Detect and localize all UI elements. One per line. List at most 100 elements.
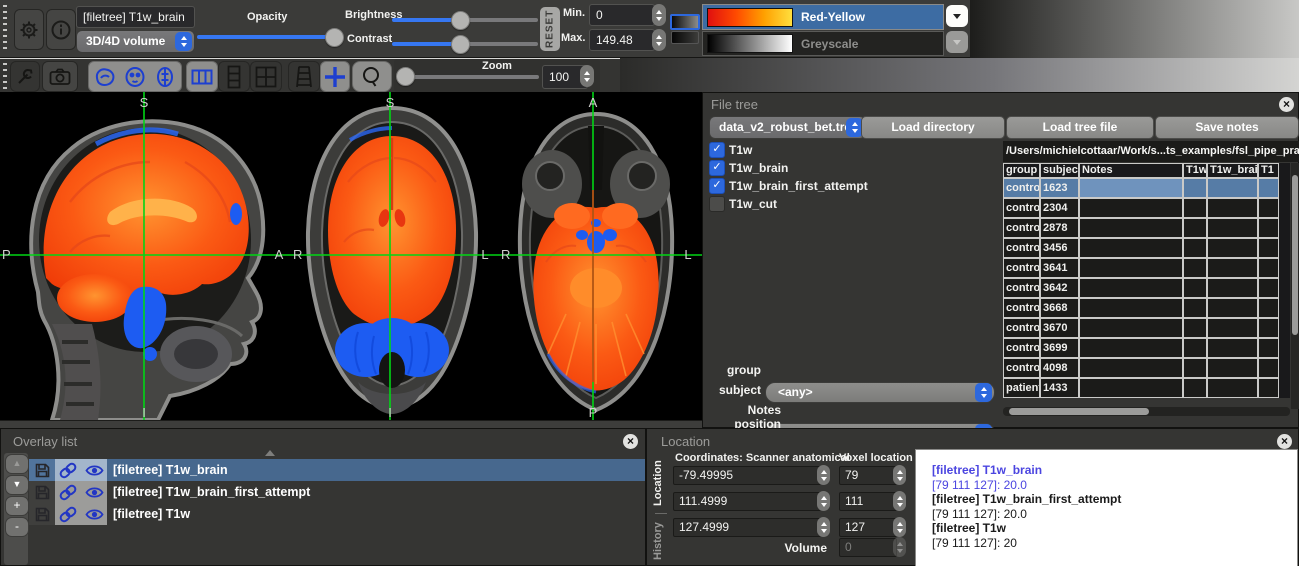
world-y-field[interactable]: 111.4999 xyxy=(673,492,821,511)
column-header-T1w_brain[interactable]: T1w_brain xyxy=(1207,163,1258,178)
table-row[interactable]: control1623 xyxy=(1003,178,1290,198)
zoom-slider-thumb[interactable] xyxy=(396,67,415,86)
layout-grid-button[interactable] xyxy=(250,61,282,92)
tab-location[interactable]: Location xyxy=(652,455,668,511)
column-header-group[interactable]: group xyxy=(1003,163,1040,178)
save-overlay-button[interactable] xyxy=(29,459,55,481)
layout-vertical-button[interactable] xyxy=(218,61,250,92)
checkbox[interactable]: ✓ xyxy=(709,160,725,176)
min-stepper[interactable] xyxy=(652,4,666,26)
voxel-x-field[interactable]: 79 xyxy=(839,466,897,485)
voxel-z-stepper[interactable] xyxy=(893,517,906,537)
save-overlay-button[interactable] xyxy=(29,503,55,525)
world-x-stepper[interactable] xyxy=(817,465,830,485)
notes-cell[interactable] xyxy=(1079,178,1183,198)
notes-cell[interactable] xyxy=(1079,218,1183,238)
cmap-primary-dropdown-button[interactable] xyxy=(946,5,968,27)
table-row[interactable]: control3642 xyxy=(1003,278,1290,298)
notes-cell[interactable] xyxy=(1079,238,1183,258)
table-row[interactable]: control3641 xyxy=(1003,258,1290,278)
table-row[interactable]: control2304 xyxy=(1003,198,1290,218)
remove-overlay-button[interactable]: - xyxy=(5,517,29,537)
toggle-visibility-button[interactable] xyxy=(81,481,107,503)
contrast-slider[interactable] xyxy=(392,42,460,46)
overlay-item[interactable]: [filetree] T1w xyxy=(29,503,645,525)
filetree-variable-T1w_cut[interactable]: T1w_cut xyxy=(709,195,989,212)
brightness-slider-rest[interactable] xyxy=(460,18,538,22)
voxel-x-stepper[interactable] xyxy=(893,465,906,485)
group-filter-dropdown[interactable]: <any> xyxy=(765,382,995,403)
zoom-tool-button[interactable] xyxy=(352,61,392,92)
sagittal-toggle-icon[interactable] xyxy=(93,66,117,88)
link-overlay-button[interactable] xyxy=(55,503,81,525)
load-directory-button[interactable]: Load directory xyxy=(861,116,1005,139)
add-overlay-button[interactable]: + xyxy=(5,496,29,516)
table-row[interactable]: control3668 xyxy=(1003,298,1290,318)
save-overlay-button[interactable] xyxy=(29,481,55,503)
column-header-T1[interactable]: T1 xyxy=(1258,163,1279,178)
min-value-field[interactable]: 0 xyxy=(589,4,655,26)
toggle-visibility-button[interactable] xyxy=(81,503,107,525)
close-panel-button[interactable]: × xyxy=(1279,97,1294,112)
world-z-stepper[interactable] xyxy=(817,517,830,537)
reset-button[interactable]: RESET xyxy=(540,7,560,51)
voxel-z-field[interactable]: 127 xyxy=(839,518,897,537)
table-vertical-scrollbar[interactable] xyxy=(1291,163,1299,409)
lightbox-mode-button[interactable] xyxy=(288,61,320,92)
coronal-canvas[interactable]: S I R L xyxy=(288,92,496,420)
cmap-secondary-dropdown-button[interactable] xyxy=(946,31,968,53)
zoom-stepper[interactable] xyxy=(580,65,594,87)
notes-cell[interactable] xyxy=(1079,258,1183,278)
brightness-slider-thumb[interactable] xyxy=(451,11,470,30)
table-row[interactable]: control2878 xyxy=(1003,218,1290,238)
opacity-slider-thumb[interactable] xyxy=(325,28,344,47)
checkbox[interactable] xyxy=(709,196,725,212)
tab-history[interactable]: History xyxy=(652,517,668,565)
layout-horizontal-button[interactable] xyxy=(186,61,218,92)
notes-cell[interactable] xyxy=(1079,338,1183,358)
notes-cell[interactable] xyxy=(1079,198,1183,218)
overlay-item[interactable]: [filetree] T1w_brain xyxy=(29,459,645,481)
world-y-stepper[interactable] xyxy=(817,491,830,511)
scrollbar-thumb[interactable] xyxy=(1009,408,1149,415)
world-z-field[interactable]: 127.4999 xyxy=(673,518,821,537)
opacity-slider[interactable] xyxy=(197,35,337,39)
notes-cell[interactable] xyxy=(1079,318,1183,338)
world-x-field[interactable]: -79.49995 xyxy=(673,466,821,485)
crosshair-toggle-button[interactable] xyxy=(320,61,350,92)
max-value-field[interactable]: 149.48 xyxy=(589,29,655,51)
column-header-T1w[interactable]: T1w xyxy=(1183,163,1207,178)
axial-canvas[interactable]: A P R L xyxy=(496,92,702,420)
move-overlay-up-button[interactable]: ▲ xyxy=(5,454,29,474)
screenshot-button[interactable] xyxy=(42,61,78,92)
cmap-row-greyscale[interactable]: Greyscale xyxy=(702,31,944,56)
voxel-y-field[interactable]: 111 xyxy=(839,492,897,511)
column-header-Notes[interactable]: Notes xyxy=(1079,163,1183,178)
contrast-slider-thumb[interactable] xyxy=(451,35,470,54)
table-row[interactable]: control3699 xyxy=(1003,338,1290,358)
close-panel-button[interactable]: × xyxy=(623,434,638,449)
notes-cell[interactable] xyxy=(1079,358,1183,378)
checkbox[interactable]: ✓ xyxy=(709,178,725,194)
table-row[interactable]: patient1433 xyxy=(1003,378,1290,398)
cmap-row-red-yellow[interactable]: Red-Yellow xyxy=(702,4,944,30)
notes-cell[interactable] xyxy=(1079,378,1183,398)
overlay-settings-button[interactable] xyxy=(14,9,44,50)
axial-toggle-icon[interactable] xyxy=(153,66,177,88)
zoom-slider[interactable] xyxy=(404,75,539,79)
notes-cell[interactable] xyxy=(1079,298,1183,318)
notes-cell[interactable] xyxy=(1079,278,1183,298)
toolbar-drag-handle[interactable] xyxy=(3,5,7,52)
close-panel-button[interactable]: × xyxy=(1277,434,1292,449)
table-row[interactable]: control4098 xyxy=(1003,358,1290,378)
contrast-slider-rest[interactable] xyxy=(460,42,538,46)
move-overlay-down-button[interactable]: ▼ xyxy=(5,475,29,495)
link-overlay-button[interactable] xyxy=(55,481,81,503)
table-horizontal-scrollbar[interactable] xyxy=(1003,407,1290,416)
sagittal-canvas[interactable]: S I P A xyxy=(0,92,288,420)
save-notes-button[interactable]: Save notes xyxy=(1155,116,1299,139)
toggle-visibility-button[interactable] xyxy=(81,459,107,481)
overlay-type-dropdown[interactable]: 3D/4D volume xyxy=(76,30,195,53)
overlay-info-button[interactable] xyxy=(46,9,76,50)
tree-file-dropdown[interactable]: data_v2_robust_bet.tree xyxy=(709,116,866,139)
